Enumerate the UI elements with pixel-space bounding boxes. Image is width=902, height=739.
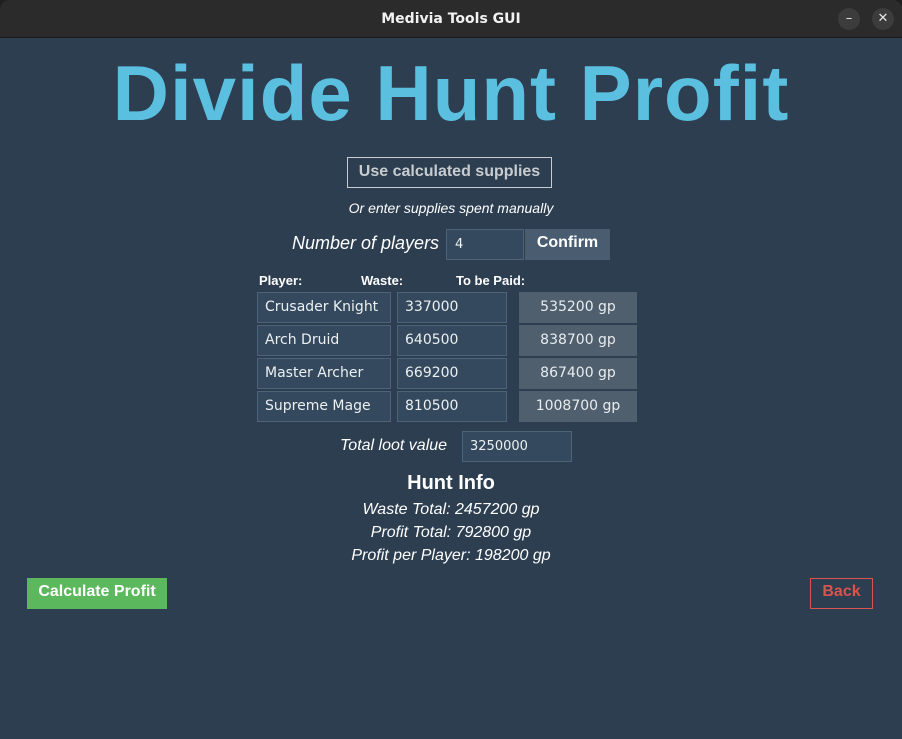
calculate-profit-button[interactable]: Calculate Profit — [27, 578, 167, 609]
profit-total-text: Profit Total: 792800 gp — [370, 524, 532, 541]
players-label: Number of players — [292, 233, 440, 253]
waste-total-text: Waste Total: 2457200 gp — [362, 501, 540, 518]
hunt-info-title: Hunt Info — [407, 472, 495, 494]
to-be-paid-value[interactable]: 838700 gp — [519, 325, 637, 356]
to-be-paid-value[interactable]: 867400 gp — [519, 358, 637, 389]
profit-per-player-text: Profit per Player: 198200 gp — [351, 547, 551, 564]
app-window: Medivia Tools GUI – ✕ Divide Hunt Profit… — [0, 0, 902, 739]
paid-column-header: To be Paid: — [456, 273, 526, 288]
player-name-input[interactable]: Supreme Mage — [257, 391, 391, 422]
title-bar[interactable]: Medivia Tools GUI – ✕ — [0, 0, 902, 38]
players-count-input[interactable]: 4 — [446, 229, 524, 260]
waste-column-header: Waste: — [361, 273, 404, 288]
table-row: Crusader Knight 337000 535200 gp — [0, 292, 902, 323]
player-waste-input[interactable]: 669200 — [397, 358, 507, 389]
page-title: Divide Hunt Profit — [112, 49, 790, 137]
close-icon[interactable]: ✕ — [872, 8, 894, 30]
to-be-paid-value[interactable]: 1008700 gp — [519, 391, 637, 422]
confirm-button[interactable]: Confirm — [525, 229, 610, 260]
player-waste-input[interactable]: 337000 — [397, 292, 507, 323]
player-name-input[interactable]: Crusader Knight — [257, 292, 391, 323]
player-waste-input[interactable]: 640500 — [397, 325, 507, 356]
player-column-header: Player: — [259, 273, 303, 288]
use-calculated-supplies-button[interactable]: Use calculated supplies — [347, 157, 552, 188]
player-name-input[interactable]: Arch Druid — [257, 325, 391, 356]
player-name-input[interactable]: Master Archer — [257, 358, 391, 389]
to-be-paid-value[interactable]: 535200 gp — [519, 292, 637, 323]
total-loot-label: Total loot value — [340, 437, 448, 454]
window-title: Medivia Tools GUI — [381, 11, 521, 27]
manual-supplies-hint: Or enter supplies spent manually — [348, 200, 554, 216]
table-row: Master Archer 669200 867400 gp — [0, 358, 902, 389]
total-loot-input[interactable]: 3250000 — [462, 431, 572, 462]
player-waste-input[interactable]: 810500 — [397, 391, 507, 422]
minimize-icon[interactable]: – — [838, 8, 860, 30]
table-row: Arch Druid 640500 838700 gp — [0, 325, 902, 356]
table-row: Supreme Mage 810500 1008700 gp — [0, 391, 902, 422]
back-button[interactable]: Back — [810, 578, 873, 609]
